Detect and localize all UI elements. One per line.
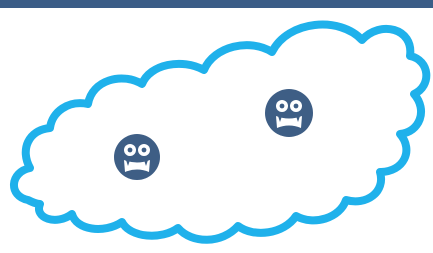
cloud-illustration [10,20,431,244]
monster-face-icon [114,134,160,180]
illustration-canvas [0,0,433,253]
monster-face-icon [265,89,313,137]
mascot-right [265,89,313,137]
cloud-outline [10,20,431,244]
mascot-left [114,134,160,180]
